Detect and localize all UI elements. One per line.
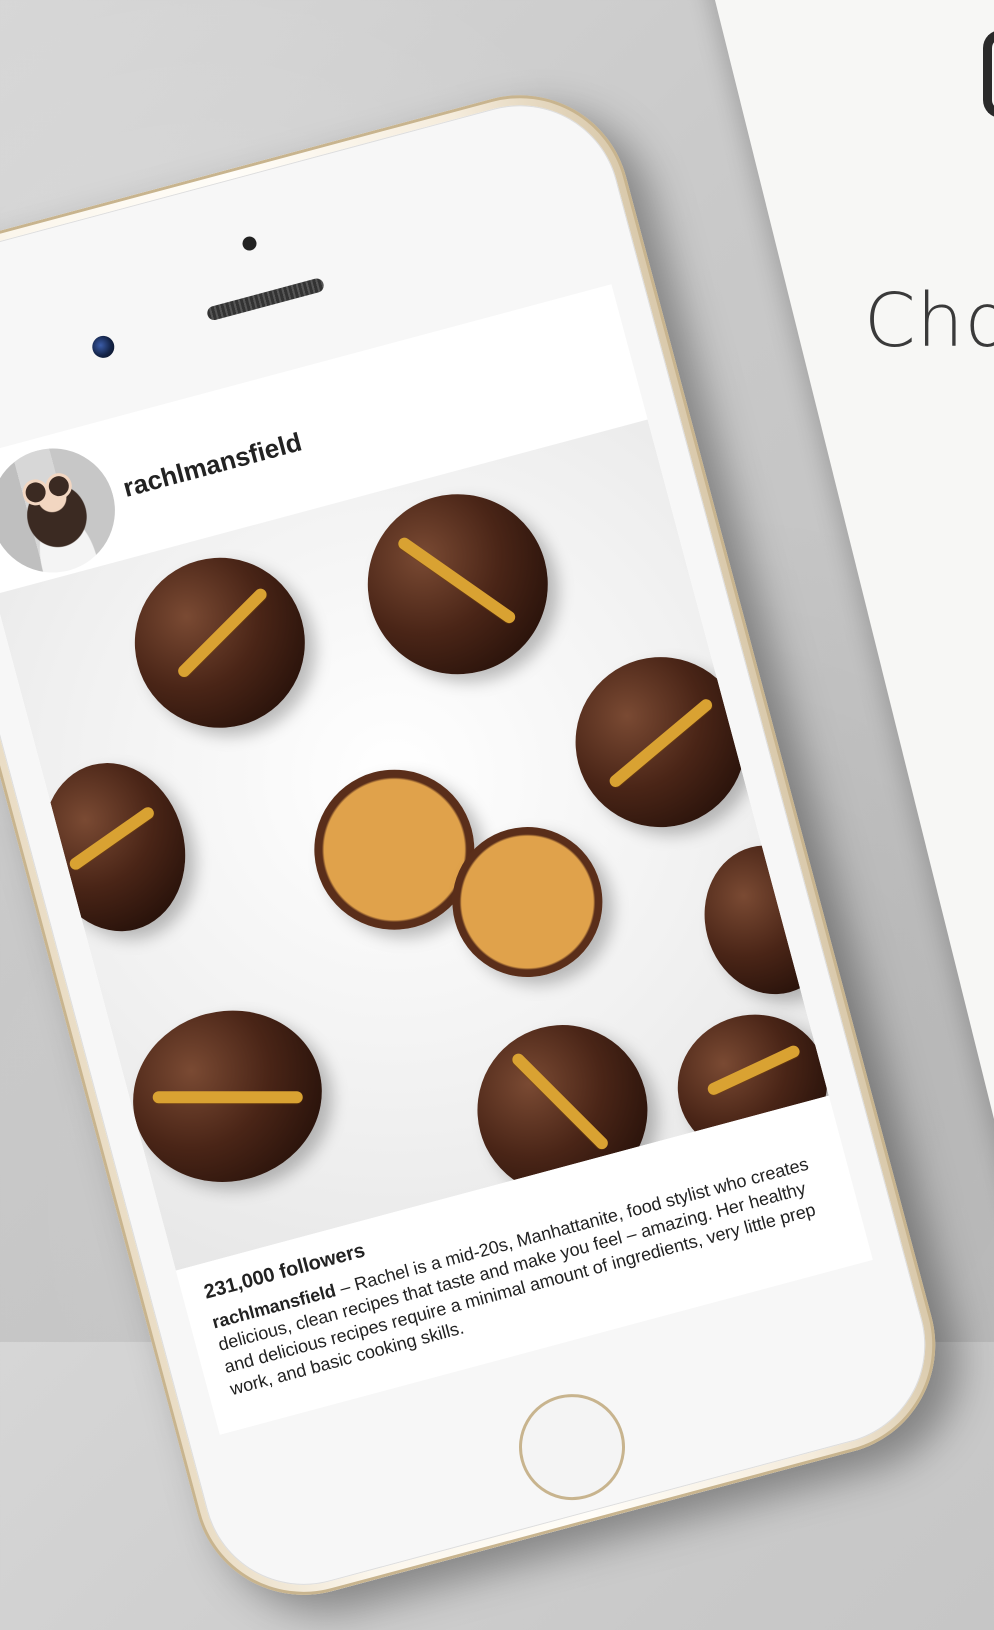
paper-title: Cho [864,278,994,364]
phone-screen: rachlmansfield 231,000 followers rachlma… [0,284,873,1435]
avatar-detail-left [23,480,48,505]
avatar-detail-right [46,473,72,499]
chocolate-ball [688,830,829,1010]
earpiece-speaker [205,276,326,322]
home-button[interactable] [507,1382,637,1512]
peanut-drizzle [152,1091,303,1104]
proximity-sensor [240,234,259,253]
front-camera-icon [89,333,117,361]
paper-logo-glyph [983,30,994,118]
chocolate-ball [24,746,204,948]
post-username[interactable]: rachlmansfield [120,426,305,503]
